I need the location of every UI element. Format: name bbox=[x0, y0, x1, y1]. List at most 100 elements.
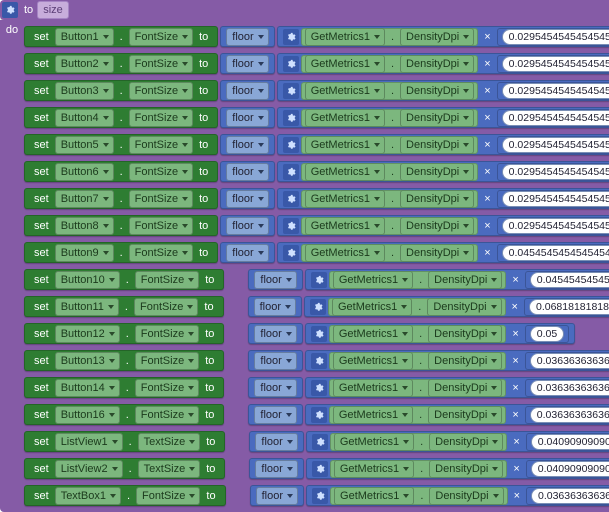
floor-func-dropdown[interactable]: floor bbox=[226, 109, 268, 127]
floor-block[interactable]: floor bbox=[220, 134, 274, 155]
set-block-row[interactable]: set Button11 . FontSize to floor GetMetr… bbox=[24, 296, 609, 317]
floor-func-dropdown[interactable]: floor bbox=[226, 82, 268, 100]
number-block[interactable]: 0.029545454545454545 bbox=[497, 28, 609, 46]
densitydpi-dropdown[interactable]: DensityDpi bbox=[428, 406, 502, 424]
getmetrics-block[interactable]: GetMetrics1 . DensityDpi bbox=[328, 298, 506, 316]
property-dropdown[interactable]: FontSize bbox=[129, 163, 193, 181]
gear-icon[interactable] bbox=[283, 137, 299, 153]
set-block[interactable]: set Button8 . FontSize to bbox=[24, 215, 218, 236]
multiply-block[interactable]: GetMetrics1 . DensityDpi × 0.06818181818… bbox=[304, 296, 609, 317]
multiply-block[interactable]: GetMetrics1 . DensityDpi × 0.02954545454… bbox=[277, 80, 609, 101]
set-block[interactable]: set Button9 . FontSize to bbox=[24, 242, 218, 263]
component-dropdown[interactable]: ListView2 bbox=[55, 460, 123, 478]
property-dropdown[interactable]: FontSize bbox=[135, 352, 199, 370]
property-dropdown[interactable]: TextSize bbox=[138, 433, 201, 451]
set-block[interactable]: set Button2 . FontSize to bbox=[24, 53, 218, 74]
getmetrics-dropdown[interactable]: GetMetrics1 bbox=[334, 460, 414, 478]
property-dropdown[interactable]: FontSize bbox=[135, 325, 199, 343]
number-value[interactable]: 0.029545454545454545 bbox=[502, 56, 609, 72]
floor-func-dropdown[interactable]: floor bbox=[254, 271, 296, 289]
floor-block[interactable]: floor bbox=[248, 350, 302, 371]
getmetrics-block[interactable]: GetMetrics1 . DensityDpi bbox=[330, 460, 508, 478]
densitydpi-dropdown[interactable]: DensityDpi bbox=[400, 82, 474, 100]
getmetrics-block[interactable]: GetMetrics1 . DensityDpi bbox=[301, 163, 479, 181]
getmetrics-block[interactable]: GetMetrics1 . DensityDpi bbox=[329, 325, 507, 343]
getmetrics-block[interactable]: GetMetrics1 . DensityDpi bbox=[301, 109, 479, 127]
floor-func-dropdown[interactable]: floor bbox=[256, 487, 298, 505]
floor-block[interactable]: floor bbox=[248, 269, 302, 290]
set-block-row[interactable]: set Button7 . FontSize to floor GetMetri… bbox=[24, 188, 609, 209]
set-block-row[interactable]: set Button12 . FontSize to floor GetMetr… bbox=[24, 323, 609, 344]
gear-icon[interactable] bbox=[283, 110, 299, 126]
property-dropdown[interactable]: FontSize bbox=[135, 271, 199, 289]
floor-block[interactable]: floor bbox=[248, 296, 302, 317]
multiply-block[interactable]: GetMetrics1 . DensityDpi × 0.02954545454… bbox=[277, 134, 609, 155]
floor-func-dropdown[interactable]: floor bbox=[255, 460, 297, 478]
number-value[interactable]: 0.029545454545454545 bbox=[502, 218, 609, 234]
set-block[interactable]: set TextBox1 . FontSize to bbox=[24, 485, 226, 506]
component-dropdown[interactable]: Button14 bbox=[55, 379, 120, 397]
property-dropdown[interactable]: TextSize bbox=[138, 460, 201, 478]
set-block-row[interactable]: set Button14 . FontSize to floor GetMetr… bbox=[24, 377, 609, 398]
set-block[interactable]: set Button3 . FontSize to bbox=[24, 80, 218, 101]
multiply-block[interactable]: GetMetrics1 . DensityDpi × 0.02954545454… bbox=[277, 53, 609, 74]
multiply-block[interactable]: GetMetrics1 . DensityDpi × 0.02954545454… bbox=[277, 26, 609, 47]
number-block[interactable]: 0.029545454545454545 bbox=[497, 190, 609, 208]
densitydpi-dropdown[interactable]: DensityDpi bbox=[400, 28, 474, 46]
property-dropdown[interactable]: FontSize bbox=[135, 406, 199, 424]
set-block[interactable]: set Button10 . FontSize to bbox=[24, 269, 224, 290]
number-block[interactable]: 0.05 bbox=[525, 325, 569, 343]
set-block[interactable]: set Button7 . FontSize to bbox=[24, 188, 218, 209]
gear-icon[interactable] bbox=[283, 56, 299, 72]
floor-block[interactable]: floor bbox=[220, 242, 274, 263]
floor-func-dropdown[interactable]: floor bbox=[226, 55, 268, 73]
getmetrics-block[interactable]: GetMetrics1 . DensityDpi bbox=[301, 190, 479, 208]
number-value[interactable]: 0.04090909090909090909 bbox=[531, 434, 609, 450]
floor-func-dropdown[interactable]: floor bbox=[254, 352, 296, 370]
set-block-row[interactable]: set Button2 . FontSize to floor GetMetri… bbox=[24, 53, 609, 74]
set-block-row[interactable]: set Button4 . FontSize to floor GetMetri… bbox=[24, 107, 609, 128]
getmetrics-dropdown[interactable]: GetMetrics1 bbox=[305, 109, 385, 127]
set-block[interactable]: set ListView1 . TextSize to bbox=[24, 431, 225, 452]
densitydpi-dropdown[interactable]: DensityDpi bbox=[427, 298, 501, 316]
number-block[interactable]: 0.029545454545454545 bbox=[497, 163, 609, 181]
getmetrics-block[interactable]: GetMetrics1 . DensityDpi bbox=[329, 271, 507, 289]
property-dropdown[interactable]: FontSize bbox=[136, 487, 200, 505]
floor-block[interactable]: floor bbox=[248, 404, 302, 425]
getmetrics-dropdown[interactable]: GetMetrics1 bbox=[333, 271, 413, 289]
getmetrics-dropdown[interactable]: GetMetrics1 bbox=[305, 244, 385, 262]
number-value[interactable]: 0.029545454545454545 bbox=[502, 110, 609, 126]
multiply-block[interactable]: GetMetrics1 . DensityDpi × 0.05 bbox=[305, 323, 575, 344]
gear-icon[interactable] bbox=[283, 29, 299, 45]
floor-func-dropdown[interactable]: floor bbox=[255, 433, 297, 451]
set-block-row[interactable]: set Button10 . FontSize to floor GetMetr… bbox=[24, 269, 609, 290]
component-dropdown[interactable]: ListView1 bbox=[55, 433, 123, 451]
property-dropdown[interactable]: FontSize bbox=[129, 28, 193, 46]
getmetrics-block[interactable]: GetMetrics1 . DensityDpi bbox=[330, 433, 508, 451]
number-value[interactable]: 0.029545454545454545 bbox=[502, 164, 609, 180]
floor-func-dropdown[interactable]: floor bbox=[226, 163, 268, 181]
getmetrics-block[interactable]: GetMetrics1 . DensityDpi bbox=[301, 244, 479, 262]
number-value[interactable]: 0.03636363636363636364 bbox=[530, 353, 609, 369]
floor-func-dropdown[interactable]: floor bbox=[254, 406, 296, 424]
getmetrics-dropdown[interactable]: GetMetrics1 bbox=[305, 163, 385, 181]
multiply-block[interactable]: GetMetrics1 . DensityDpi × 0.04090909090… bbox=[306, 431, 609, 452]
set-block[interactable]: set Button12 . FontSize to bbox=[24, 323, 224, 344]
component-dropdown[interactable]: TextBox1 bbox=[55, 487, 121, 505]
set-block-row[interactable]: set Button1 . FontSize to floor GetMetri… bbox=[24, 26, 609, 47]
floor-block[interactable]: floor bbox=[220, 107, 274, 128]
gear-icon[interactable] bbox=[311, 380, 327, 396]
floor-block[interactable]: floor bbox=[220, 215, 274, 236]
densitydpi-dropdown[interactable]: DensityDpi bbox=[429, 460, 503, 478]
multiply-block[interactable]: GetMetrics1 . DensityDpi × 0.04545454545… bbox=[277, 242, 609, 263]
floor-block[interactable]: floor bbox=[249, 431, 303, 452]
floor-func-dropdown[interactable]: floor bbox=[226, 217, 268, 235]
getmetrics-dropdown[interactable]: GetMetrics1 bbox=[332, 298, 412, 316]
property-dropdown[interactable]: FontSize bbox=[129, 190, 193, 208]
set-block-row[interactable]: set Button8 . FontSize to floor GetMetri… bbox=[24, 215, 609, 236]
number-value[interactable]: 0.04090909090909090909 bbox=[531, 461, 609, 477]
procedure-header[interactable]: to size bbox=[0, 0, 609, 20]
getmetrics-dropdown[interactable]: GetMetrics1 bbox=[334, 487, 414, 505]
densitydpi-dropdown[interactable]: DensityDpi bbox=[428, 379, 502, 397]
getmetrics-block[interactable]: GetMetrics1 . DensityDpi bbox=[301, 82, 479, 100]
